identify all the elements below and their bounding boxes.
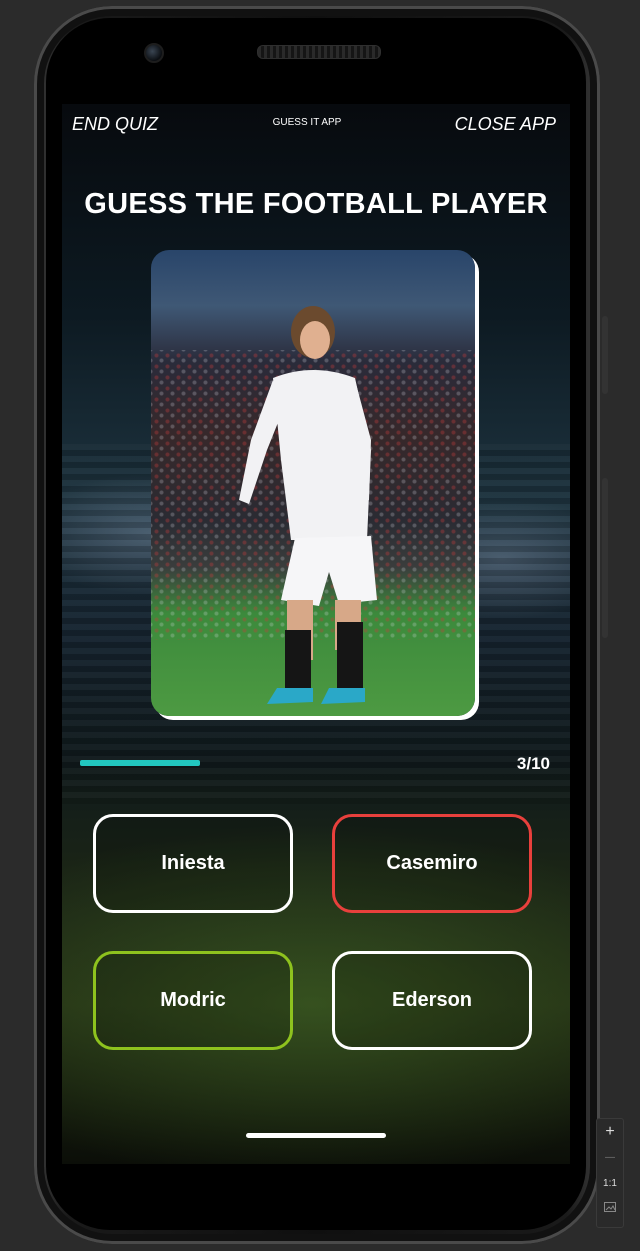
volume-button[interactable] [602,316,608,394]
zoom-out-icon[interactable]: — [597,1145,623,1171]
page-title: GUESS THE FOOTBALL PLAYER [84,188,548,220]
player-silhouette [239,306,377,704]
zoom-in-icon[interactable]: + [597,1119,623,1145]
screenshot-icon[interactable] [597,1197,623,1223]
answer-button-ederson[interactable]: Ederson [332,951,532,1050]
progress-bar [80,760,200,766]
home-indicator[interactable] [246,1133,386,1138]
answer-button-casemiro[interactable]: Casemiro [332,814,532,913]
answer-button-modric[interactable]: Modric [93,951,293,1050]
earpiece-speaker [257,45,381,59]
question-counter: 3/10 [516,754,550,773]
player-photo [151,250,475,716]
front-camera-icon [144,43,164,63]
answer-button-iniesta[interactable]: Iniesta [93,814,293,913]
emulator-zoom-panel: + — 1:1 [596,1118,624,1228]
progress-fill [80,760,200,766]
power-button[interactable] [602,478,608,638]
close-app-button[interactable]: CLOSE APP [455,114,556,135]
app-screen: END QUIZ GUESS IT APP CLOSE APP GUESS TH… [62,104,570,1164]
actual-size-button[interactable]: 1:1 [597,1171,623,1197]
